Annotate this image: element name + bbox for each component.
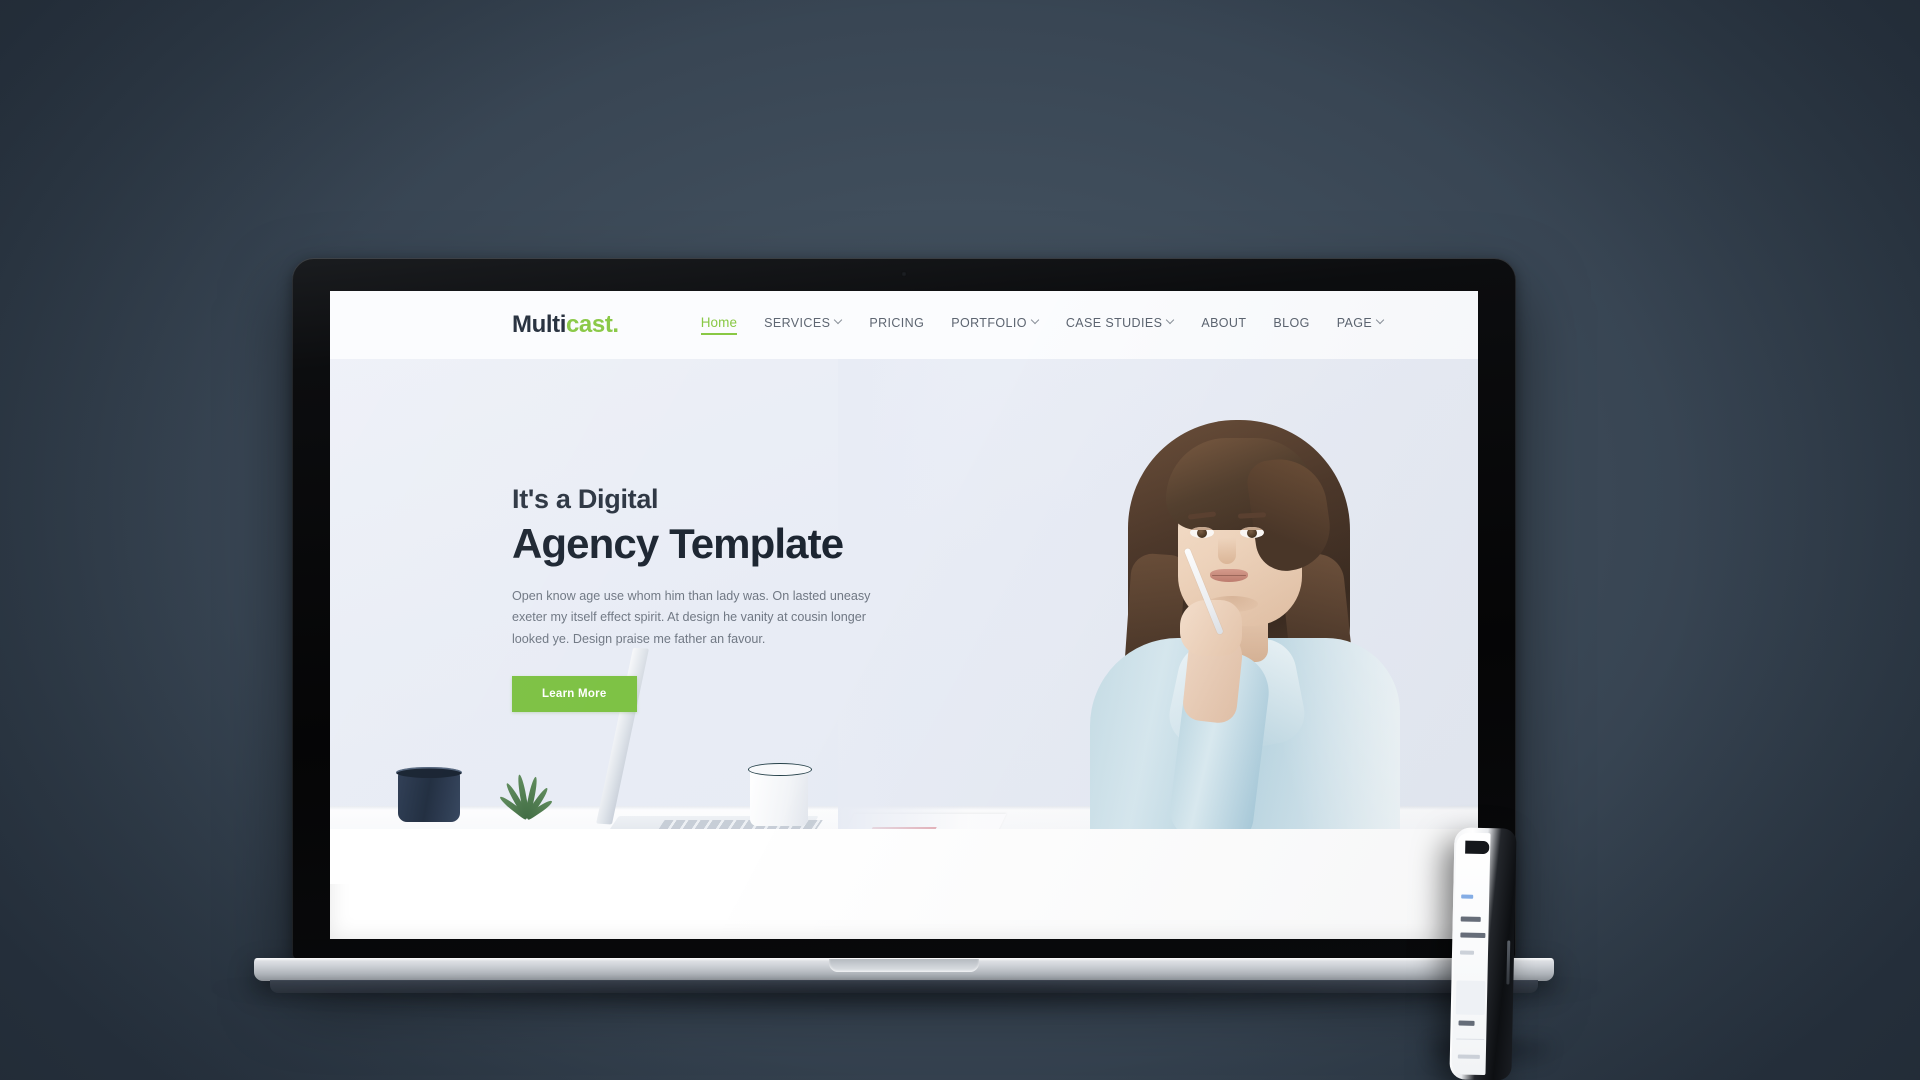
chevron-down-icon	[1377, 317, 1384, 324]
site-logo[interactable]: Multicast.	[512, 313, 619, 337]
nav-item-services[interactable]: SERVICES	[764, 316, 842, 335]
navy-cup-object	[396, 767, 462, 822]
phone-ui-line	[1457, 1054, 1480, 1059]
chevron-down-icon	[835, 317, 842, 324]
next-section-strip	[330, 829, 1478, 884]
phone-screen	[1451, 832, 1491, 1076]
desk-plant-object	[490, 772, 568, 821]
eyelid-left	[1190, 527, 1214, 530]
webcam-icon	[901, 271, 907, 277]
nose	[1218, 538, 1236, 564]
eyelid-right	[1240, 527, 1264, 530]
phone-ui-line	[1458, 1020, 1475, 1026]
nav-item-pricing[interactable]: PRICING	[869, 316, 924, 335]
hero-section: It's a Digital Agency Template Open know…	[330, 359, 1478, 884]
hero-photo	[330, 359, 1478, 884]
nav-item-blog[interactable]: BLOG	[1273, 316, 1309, 335]
laptop-screen: Multicast. Home SERVICES PRICING PORTFOL…	[330, 291, 1478, 939]
eye-right	[1240, 527, 1264, 538]
phone-ui-line	[1461, 894, 1474, 899]
phone-ui-divider	[1456, 1038, 1485, 1041]
nav-label-page: PAGE	[1336, 315, 1373, 330]
nav-label-blog: BLOG	[1273, 315, 1310, 330]
main-navigation: Home SERVICES PRICING PORTFOLIO CASE STU…	[700, 315, 1384, 335]
person-photo-subject	[1082, 400, 1412, 870]
nav-item-page[interactable]: PAGE	[1337, 316, 1384, 335]
laptop-drop-shadow	[212, 986, 1602, 1016]
hero-copy-block: It's a Digital Agency Template Open know…	[512, 484, 912, 712]
chevron-down-icon	[1032, 317, 1039, 324]
nav-label-pricing: PRICING	[869, 315, 925, 330]
laptop-device: Multicast. Home SERVICES PRICING PORTFOL…	[212, 258, 1602, 1016]
laptop-open-notch	[829, 959, 979, 972]
learn-more-button[interactable]: Learn More	[512, 675, 637, 712]
logo-text-primary: Multi	[512, 311, 566, 338]
phone-notch	[1465, 840, 1490, 855]
lip-line	[1212, 574, 1246, 576]
nav-label-about: ABOUT	[1201, 315, 1247, 330]
nav-label-case-studies: CASE STUDIES	[1065, 315, 1163, 330]
nav-label-home: Home	[700, 315, 738, 330]
eye-left	[1190, 527, 1214, 538]
chevron-down-icon	[1167, 317, 1174, 324]
phone-ui-line	[1460, 916, 1481, 922]
nav-item-about[interactable]: ABOUT	[1201, 316, 1246, 335]
phone-ui-line	[1460, 932, 1486, 939]
white-mug-object	[748, 763, 812, 826]
nav-item-case-studies[interactable]: CASE STUDIES	[1066, 316, 1175, 335]
phone-ui-line	[1459, 950, 1475, 955]
phone-ui-card	[1455, 980, 1486, 1016]
hero-eyebrow: It's a Digital	[512, 484, 659, 514]
hero-description: Open know age use whom him than lady was…	[512, 588, 871, 647]
site-header: Multicast. Home SERVICES PRICING PORTFOL…	[330, 291, 1478, 359]
nav-label-services: SERVICES	[764, 315, 831, 330]
smartphone-device	[1449, 827, 1517, 1080]
nav-label-portfolio: PORTFOLIO	[951, 315, 1027, 330]
logo-text-accent: cast.	[565, 311, 619, 338]
nav-item-portfolio[interactable]: PORTFOLIO	[951, 316, 1039, 335]
hero-title: Agency Template	[512, 519, 844, 567]
nav-item-home[interactable]: Home	[700, 315, 738, 335]
